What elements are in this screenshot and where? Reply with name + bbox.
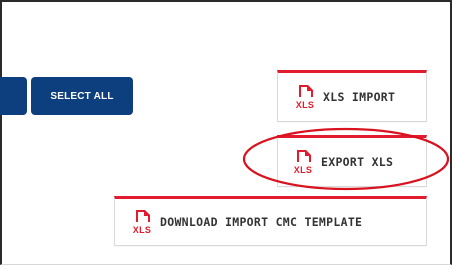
download-template-label: DOWNLOAD IMPORT CMC TEMPLATE bbox=[160, 215, 363, 229]
select-all-button[interactable]: SELECT ALL bbox=[31, 77, 133, 115]
download-import-cmc-template-button[interactable]: XLS DOWNLOAD IMPORT CMC TEMPLATE bbox=[114, 196, 427, 246]
svg-text:XLS: XLS bbox=[296, 100, 314, 110]
xls-file-icon: XLS bbox=[131, 209, 160, 235]
xls-import-button[interactable]: XLS XLS IMPORT bbox=[277, 70, 427, 122]
xls-import-label: XLS IMPORT bbox=[323, 90, 396, 104]
xls-file-icon: XLS bbox=[292, 149, 321, 175]
svg-text:XLS: XLS bbox=[294, 165, 312, 175]
svg-text:XLS: XLS bbox=[133, 225, 151, 235]
export-xls-button[interactable]: XLS EXPORT XLS bbox=[277, 135, 427, 187]
partial-blue-button[interactable] bbox=[0, 77, 27, 115]
export-xls-label: EXPORT XLS bbox=[321, 155, 394, 169]
xls-file-icon: XLS bbox=[294, 84, 323, 110]
